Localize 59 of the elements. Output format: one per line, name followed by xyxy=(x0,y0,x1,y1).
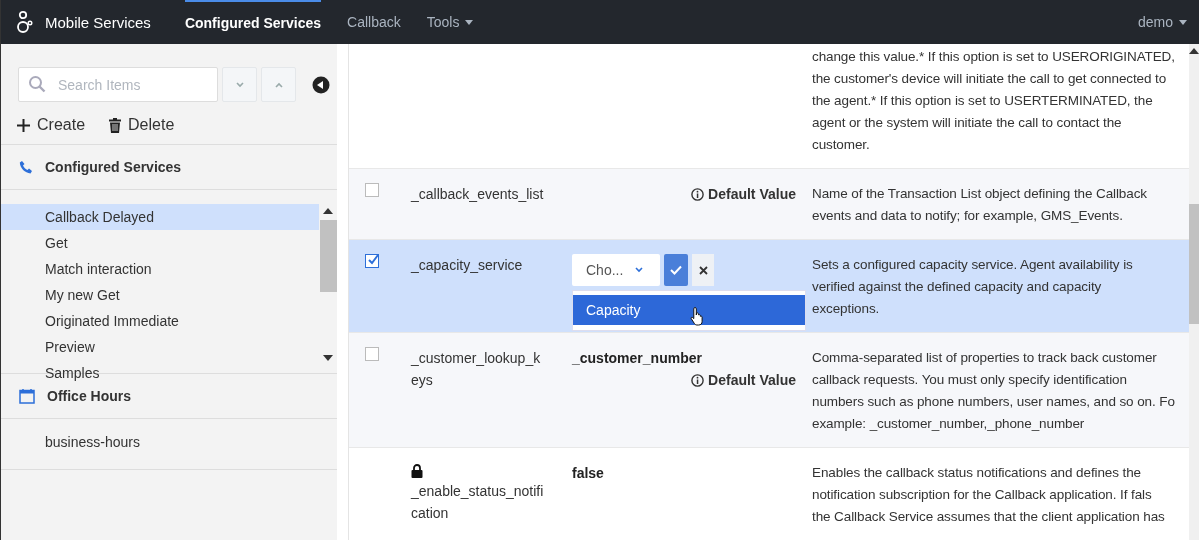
sidebar-item[interactable]: Preview xyxy=(1,334,319,360)
chevron-up-icon xyxy=(273,80,284,89)
option-name: cation xyxy=(411,504,450,523)
info-icon xyxy=(691,187,705,201)
sidebar-item[interactable]: Get xyxy=(1,230,319,256)
section-title: Office Hours xyxy=(47,388,131,404)
sidebar-item[interactable]: business-hours xyxy=(1,429,337,455)
option-value: false xyxy=(572,464,605,483)
nav-tab[interactable]: Callback xyxy=(347,0,401,44)
lock-icon xyxy=(411,464,423,478)
option-value: _customer_number xyxy=(572,349,703,368)
info-icon xyxy=(691,373,705,387)
user-menu[interactable]: demo xyxy=(1137,0,1187,44)
table-row[interactable]: _callback_events_list Default Value Name of the Transaction List object defining the Callback events and data to notify; for example, GMS_Events. xyxy=(349,169,1189,240)
option-description: change this value.* If this option is set to USERORIGINATED, the customer's device will initiate the call to get connected to the agent.* If this option is set to USERTERMINATED, the agent or the system will initiate the call to contact the customer. xyxy=(811,48,1176,154)
option-name: _callback_events_list xyxy=(411,185,545,204)
cancel-button[interactable] xyxy=(692,254,714,286)
option-description: Comma-separated list of properties to track back customer callback requests. You must only specify identification numbers such as phone numbers, user names, and so on. Fo example: _customer_number,_phone_number xyxy=(811,349,1176,433)
option-name: eys xyxy=(411,371,434,390)
collapse-icon[interactable] xyxy=(312,75,330,94)
checkbox[interactable] xyxy=(365,254,379,268)
delete-button[interactable]: Delete xyxy=(109,116,175,134)
default-value-label: Default Value xyxy=(691,183,796,205)
plus-icon xyxy=(17,118,30,132)
table-row[interactable]: _capacity_service Cho... Capacity Sets a configured capacity service. Agent availability is verified against the defined capacity and capacity exceptions. xyxy=(349,240,1189,333)
option-name: _capacity_service xyxy=(411,256,524,275)
check-icon xyxy=(670,265,682,275)
sidebar-item[interactable]: My new Get xyxy=(1,282,319,308)
section-title: Configured Services xyxy=(45,159,182,175)
checkbox[interactable] xyxy=(365,347,379,361)
sidebar-item[interactable]: Match interaction xyxy=(1,256,319,282)
sidebar-item[interactable]: Originated Immediate xyxy=(1,308,319,334)
chevron-down-icon xyxy=(234,80,245,89)
option-description: Sets a configured capacity service. Agent availability is verified against the defined capacity and capacity exceptions. xyxy=(811,256,1134,318)
select-field[interactable]: Cho... xyxy=(572,254,660,286)
default-value-label: Default Value xyxy=(691,369,796,391)
confirm-button[interactable] xyxy=(664,254,688,286)
chevron-down-icon xyxy=(634,266,644,274)
calendar-icon xyxy=(19,388,35,404)
search-icon xyxy=(28,75,46,93)
sidebar-item[interactable]: Callback Delayed xyxy=(1,204,319,230)
sidebar-item[interactable]: Samples xyxy=(1,360,319,386)
app-title: Mobile Services xyxy=(45,13,151,31)
logo-icon xyxy=(17,10,33,34)
table-row[interactable] xyxy=(349,333,1189,448)
hand-cursor-icon xyxy=(690,306,706,326)
search-field[interactable]: Search Items xyxy=(18,67,218,102)
option-name: _enable_status_notifi xyxy=(411,482,545,501)
close-icon xyxy=(698,265,708,275)
dropdown-option[interactable]: Capacity xyxy=(573,295,805,325)
nav-tab[interactable]: Tools xyxy=(426,0,474,44)
trash-icon xyxy=(109,117,122,133)
checkbox[interactable] xyxy=(365,183,379,197)
scrollbar[interactable] xyxy=(1189,44,1199,540)
create-button[interactable]: Create xyxy=(17,116,86,134)
phone-icon xyxy=(19,160,33,174)
option-description: Name of the Transaction List object defining the Callback events and data to notify; for example, GMS_Events. xyxy=(811,185,1148,225)
option-name: _customer_lookup_k xyxy=(411,349,542,368)
option-description: Enables the callback status notifications and defines the notification subscription for the Callback application. If fals the Callback Service assumes that the client application has xyxy=(811,464,1166,526)
